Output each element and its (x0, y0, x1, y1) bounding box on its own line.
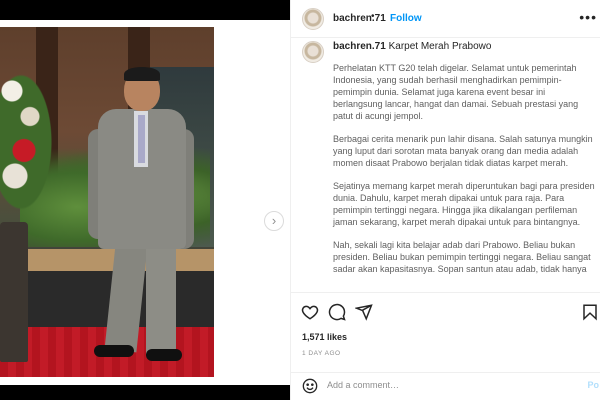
next-media-arrow-icon[interactable]: › (264, 211, 284, 231)
comment-icon[interactable] (328, 303, 346, 321)
emoji-icon[interactable] (302, 378, 318, 394)
post-details-panel: bachren.71 • Follow ••• bachren.71 Karpe… (290, 0, 600, 400)
caption-body: Perhelatan KTT G20 telah digelar. Selama… (333, 62, 595, 286)
bottom-black-band (0, 385, 290, 400)
person-tie (138, 115, 145, 163)
caption-paragraph: Nah, sekali lagi kita belajar adab dari … (333, 240, 591, 274)
person-leg (104, 243, 148, 353)
caption-title-line: bachren.71 Karpet Merah Prabowo (333, 41, 491, 52)
caption-area: bachren.71 Karpet Merah Prabowo Perhelat… (291, 39, 600, 291)
heart-icon[interactable] (301, 303, 319, 321)
post-photo[interactable] (0, 27, 214, 377)
person-hair (124, 67, 160, 81)
person-shoe (146, 349, 182, 361)
media-panel: › (0, 20, 290, 385)
bookmark-icon[interactable] (581, 303, 599, 321)
photo-vase (0, 222, 28, 362)
person-leg (146, 245, 176, 355)
comment-bar: Po (291, 372, 600, 400)
post-header: bachren.71 • Follow ••• (291, 0, 600, 38)
more-options-icon[interactable]: ••• (579, 9, 597, 25)
header-separator: • (371, 11, 375, 22)
caption-paragraph: Sejatinya memang karpet merah diperuntuk… (333, 181, 595, 227)
photo-person (88, 67, 198, 365)
caption-paragraph: Perhelatan KTT G20 telah digelar. Selama… (333, 63, 579, 121)
comment-input[interactable] (327, 380, 567, 390)
photo-flowers (0, 57, 60, 227)
share-icon[interactable] (355, 303, 373, 321)
follow-button[interactable]: Follow (390, 13, 422, 24)
post-comment-button[interactable]: Po (587, 380, 599, 390)
caption-paragraph: Berbagai cerita menarik pun lahir disana… (333, 134, 593, 168)
author-username[interactable]: bachren.71 (333, 13, 386, 24)
author-avatar[interactable] (302, 8, 324, 30)
likes-count[interactable]: 1,571 likes (302, 332, 347, 342)
caption-title: Karpet Merah Prabowo (388, 41, 492, 52)
person-shoe (94, 345, 134, 357)
post-date: 1 DAY AGO (302, 350, 341, 357)
caption-username[interactable]: bachren.71 (333, 41, 386, 52)
post-actions: 1,571 likes 1 DAY AGO (291, 292, 600, 372)
top-black-band (0, 0, 290, 20)
caption-avatar[interactable] (302, 41, 324, 63)
